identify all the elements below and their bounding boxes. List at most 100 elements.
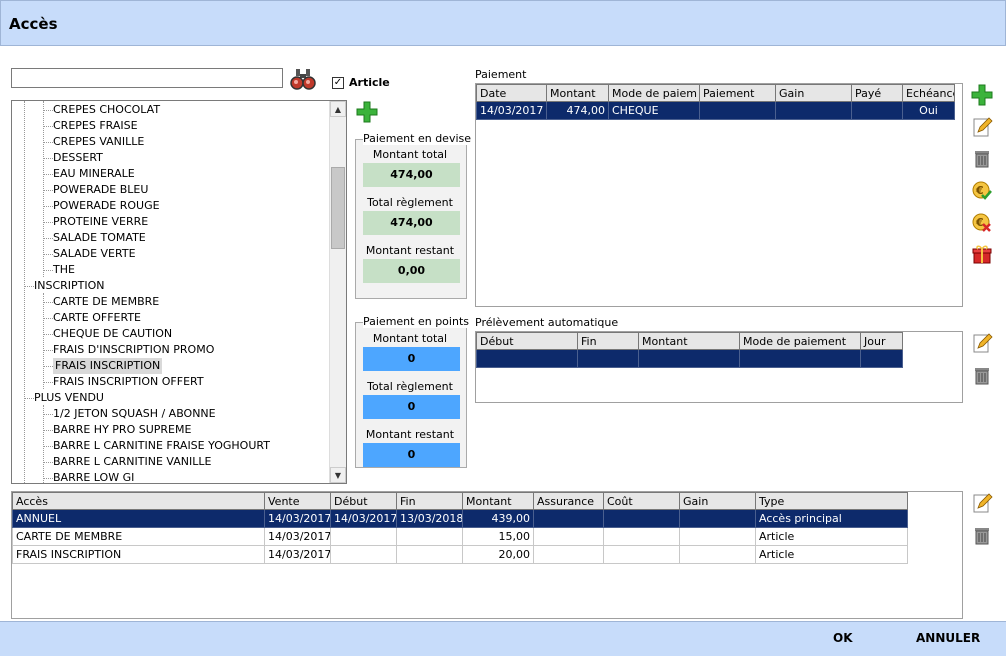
devise-reglement-label: Total règlement <box>367 196 453 209</box>
tree-item[interactable]: CARTE DE MEMBRE <box>53 294 159 310</box>
add-article-icon[interactable] <box>356 101 378 123</box>
devise-total-label: Montant total <box>372 148 448 161</box>
table-cell <box>603 545 680 564</box>
table-row[interactable]: CARTE DE MEMBRE 14/03/2017 15,00 Article <box>12 527 908 546</box>
acces-column-header[interactable]: Type <box>755 492 908 510</box>
prelevement-column-header[interactable]: Fin <box>577 332 639 350</box>
scroll-down-icon[interactable]: ▼ <box>330 467 346 483</box>
tree-item[interactable]: CHEQUE DE CAUTION <box>53 326 172 342</box>
table-cell: 14/03/2017 <box>264 509 331 528</box>
tree-item[interactable]: POWERADE BLEU <box>53 182 148 198</box>
prelevement-column-header[interactable]: Début <box>476 332 578 350</box>
tree-item[interactable]: DESSERT <box>53 150 103 166</box>
tree-connector <box>43 142 53 143</box>
ok-button[interactable]: OK <box>833 631 853 645</box>
devise-reglement-value: 474,00 <box>363 211 460 235</box>
tree-item[interactable]: CARTE OFFERTE <box>53 310 141 326</box>
prelevement-column-header[interactable]: Jour <box>860 332 903 350</box>
tree-guide-line <box>43 405 44 483</box>
paiement-column-header[interactable]: Mode de paiem <box>608 84 700 102</box>
delete-payment-icon[interactable] <box>971 147 993 169</box>
prelevement-table[interactable]: Début Fin Montant Mode de paiement Jour <box>476 332 903 368</box>
table-row[interactable]: 14/03/2017 474,00 CHEQUE Oui <box>476 101 955 120</box>
tree-item[interactable]: SALADE TOMATE <box>53 230 146 246</box>
tree-item[interactable]: BARRE L CARNITINE VANILLE <box>53 454 211 470</box>
points-total-value: 0 <box>363 347 460 371</box>
table-cell: CHEQUE <box>608 101 700 120</box>
prelevement-column-header[interactable]: Montant <box>638 332 740 350</box>
tree-connector <box>24 286 34 287</box>
table-row[interactable] <box>476 349 903 368</box>
paiement-column-header[interactable]: Date <box>476 84 547 102</box>
edit-acces-icon[interactable] <box>971 492 993 514</box>
tree-item[interactable]: CREPES CHOCOLAT <box>53 102 160 118</box>
paiement-table[interactable]: Date Montant Mode de paiem Paiement Gain Payé… <box>476 84 955 120</box>
tree-item[interactable]: BARRE HY PRO SUPREME <box>53 422 191 438</box>
tree-item[interactable]: 1/2 JETON SQUASH / ABONNE <box>53 406 216 422</box>
window-title: Accès <box>9 15 58 33</box>
acces-column-header[interactable]: Montant <box>462 492 534 510</box>
binoculars-search-icon[interactable] <box>290 66 316 92</box>
paiement-column-header[interactable]: Echéance <box>902 84 955 102</box>
tree-connector <box>24 398 34 399</box>
tree-connector <box>43 222 53 223</box>
table-cell <box>533 527 604 546</box>
tree-category[interactable]: PLUS VENDU <box>34 390 104 406</box>
tree-item[interactable]: EAU MINERALE <box>53 166 135 182</box>
tree-item[interactable]: POWERADE ROUGE <box>53 198 160 214</box>
gift-icon[interactable] <box>971 243 993 265</box>
tree-item[interactable]: CREPES VANILLE <box>53 134 144 150</box>
tree-item[interactable]: CREPES FRAISE <box>53 118 138 134</box>
table-row[interactable]: FRAIS INSCRIPTION 14/03/2017 20,00 Article <box>12 545 908 564</box>
acces-column-header[interactable]: Assurance <box>533 492 604 510</box>
edit-prelevement-icon[interactable] <box>971 332 993 354</box>
table-cell <box>577 349 639 368</box>
table-cell: 474,00 <box>546 101 609 120</box>
tree-scrollbar[interactable]: ▲ ▼ <box>329 101 346 483</box>
paiement-column-header[interactable]: Payé <box>851 84 903 102</box>
tree-item[interactable]: FRAIS D'INSCRIPTION PROMO <box>53 342 214 358</box>
tree-item[interactable]: THE <box>53 262 75 278</box>
article-tree[interactable]: CREPES CHOCOLAT CREPES FRAISE CREPES VANIL… <box>11 100 347 484</box>
tree-connector <box>43 302 53 303</box>
table-cell <box>699 101 776 120</box>
tree-item[interactable]: FRAIS INSCRIPTION OFFERT <box>53 374 204 390</box>
tree-item[interactable]: SALADE VERTE <box>53 246 136 262</box>
paiement-column-header[interactable]: Montant <box>546 84 609 102</box>
points-restant-value: 0 <box>363 443 460 467</box>
tree-item[interactable]: FRAIS INSCRIPTION <box>53 358 163 374</box>
cancel-payment-euro-icon[interactable]: € <box>971 212 993 234</box>
table-cell <box>679 545 756 564</box>
table-cell: Oui <box>902 101 955 120</box>
scroll-thumb[interactable] <box>331 167 345 249</box>
paiement-column-header[interactable]: Paiement <box>699 84 776 102</box>
cancel-button[interactable]: ANNULER <box>916 631 980 645</box>
paiement-column-header[interactable]: Gain <box>775 84 852 102</box>
prelevement-column-header[interactable]: Mode de paiement <box>739 332 861 350</box>
acces-column-header[interactable]: Coût <box>603 492 680 510</box>
title-bar: Accès <box>0 0 1006 46</box>
tree-connector <box>43 382 53 383</box>
tree-item[interactable]: PROTEINE VERRE <box>53 214 148 230</box>
validate-payment-euro-icon[interactable]: € <box>971 180 993 202</box>
tree-guide-line <box>24 101 25 483</box>
add-payment-icon[interactable] <box>971 84 993 106</box>
acces-column-header[interactable]: Gain <box>679 492 756 510</box>
scroll-up-icon[interactable]: ▲ <box>330 101 346 117</box>
acces-column-header[interactable]: Début <box>330 492 397 510</box>
tree-item[interactable]: BARRE LOW GI <box>53 470 134 483</box>
search-input[interactable] <box>11 68 283 88</box>
table-row[interactable]: ANNUEL 14/03/2017 14/03/2017 13/03/2018 439,… <box>12 509 908 528</box>
acces-table[interactable]: Accès Vente Début Fin Montant Assurance Coût Ga… <box>12 492 908 564</box>
tree-item[interactable]: BARRE L CARNITINE FRAISE YOGHOURT <box>53 438 270 454</box>
acces-column-header[interactable]: Accès <box>12 492 265 510</box>
table-cell: Article <box>755 545 908 564</box>
delete-acces-icon[interactable] <box>971 524 993 546</box>
edit-payment-icon[interactable] <box>971 116 993 138</box>
acces-column-header[interactable]: Fin <box>396 492 463 510</box>
tree-category[interactable]: INSCRIPTION <box>34 278 105 294</box>
article-checkbox[interactable]: ✓ <box>332 77 344 89</box>
delete-prelevement-icon[interactable] <box>971 364 993 386</box>
acces-column-header[interactable]: Vente <box>264 492 331 510</box>
table-cell: 20,00 <box>462 545 534 564</box>
